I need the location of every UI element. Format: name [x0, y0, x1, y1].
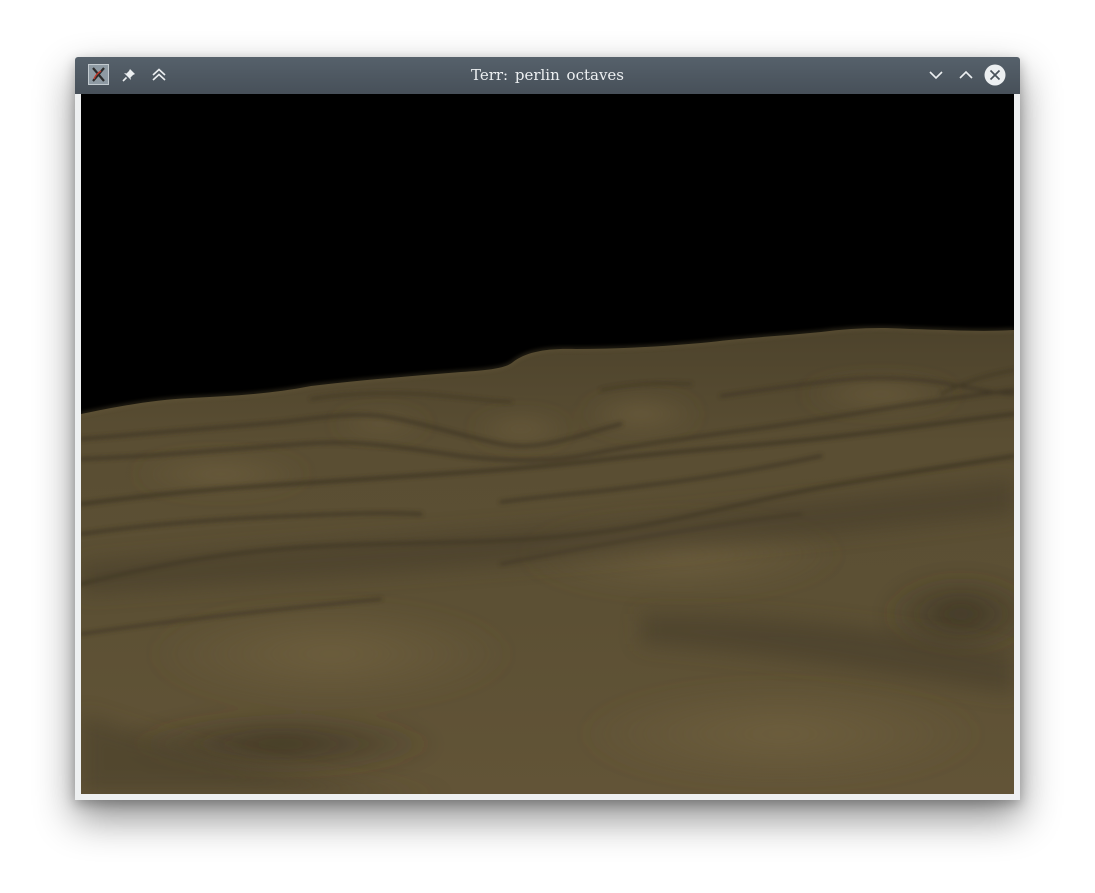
app-window: Terr: perlin octaves — [75, 57, 1020, 800]
terrain-viewport[interactable] — [81, 94, 1014, 794]
terrain-render — [81, 94, 1014, 794]
chevron-down-icon[interactable] — [925, 64, 947, 86]
chevron-up-icon[interactable] — [955, 64, 977, 86]
close-circle-icon[interactable] — [984, 64, 1006, 86]
title-bar[interactable]: Terr: perlin octaves — [75, 57, 1020, 94]
window-title: Terr: perlin octaves — [470, 66, 624, 84]
